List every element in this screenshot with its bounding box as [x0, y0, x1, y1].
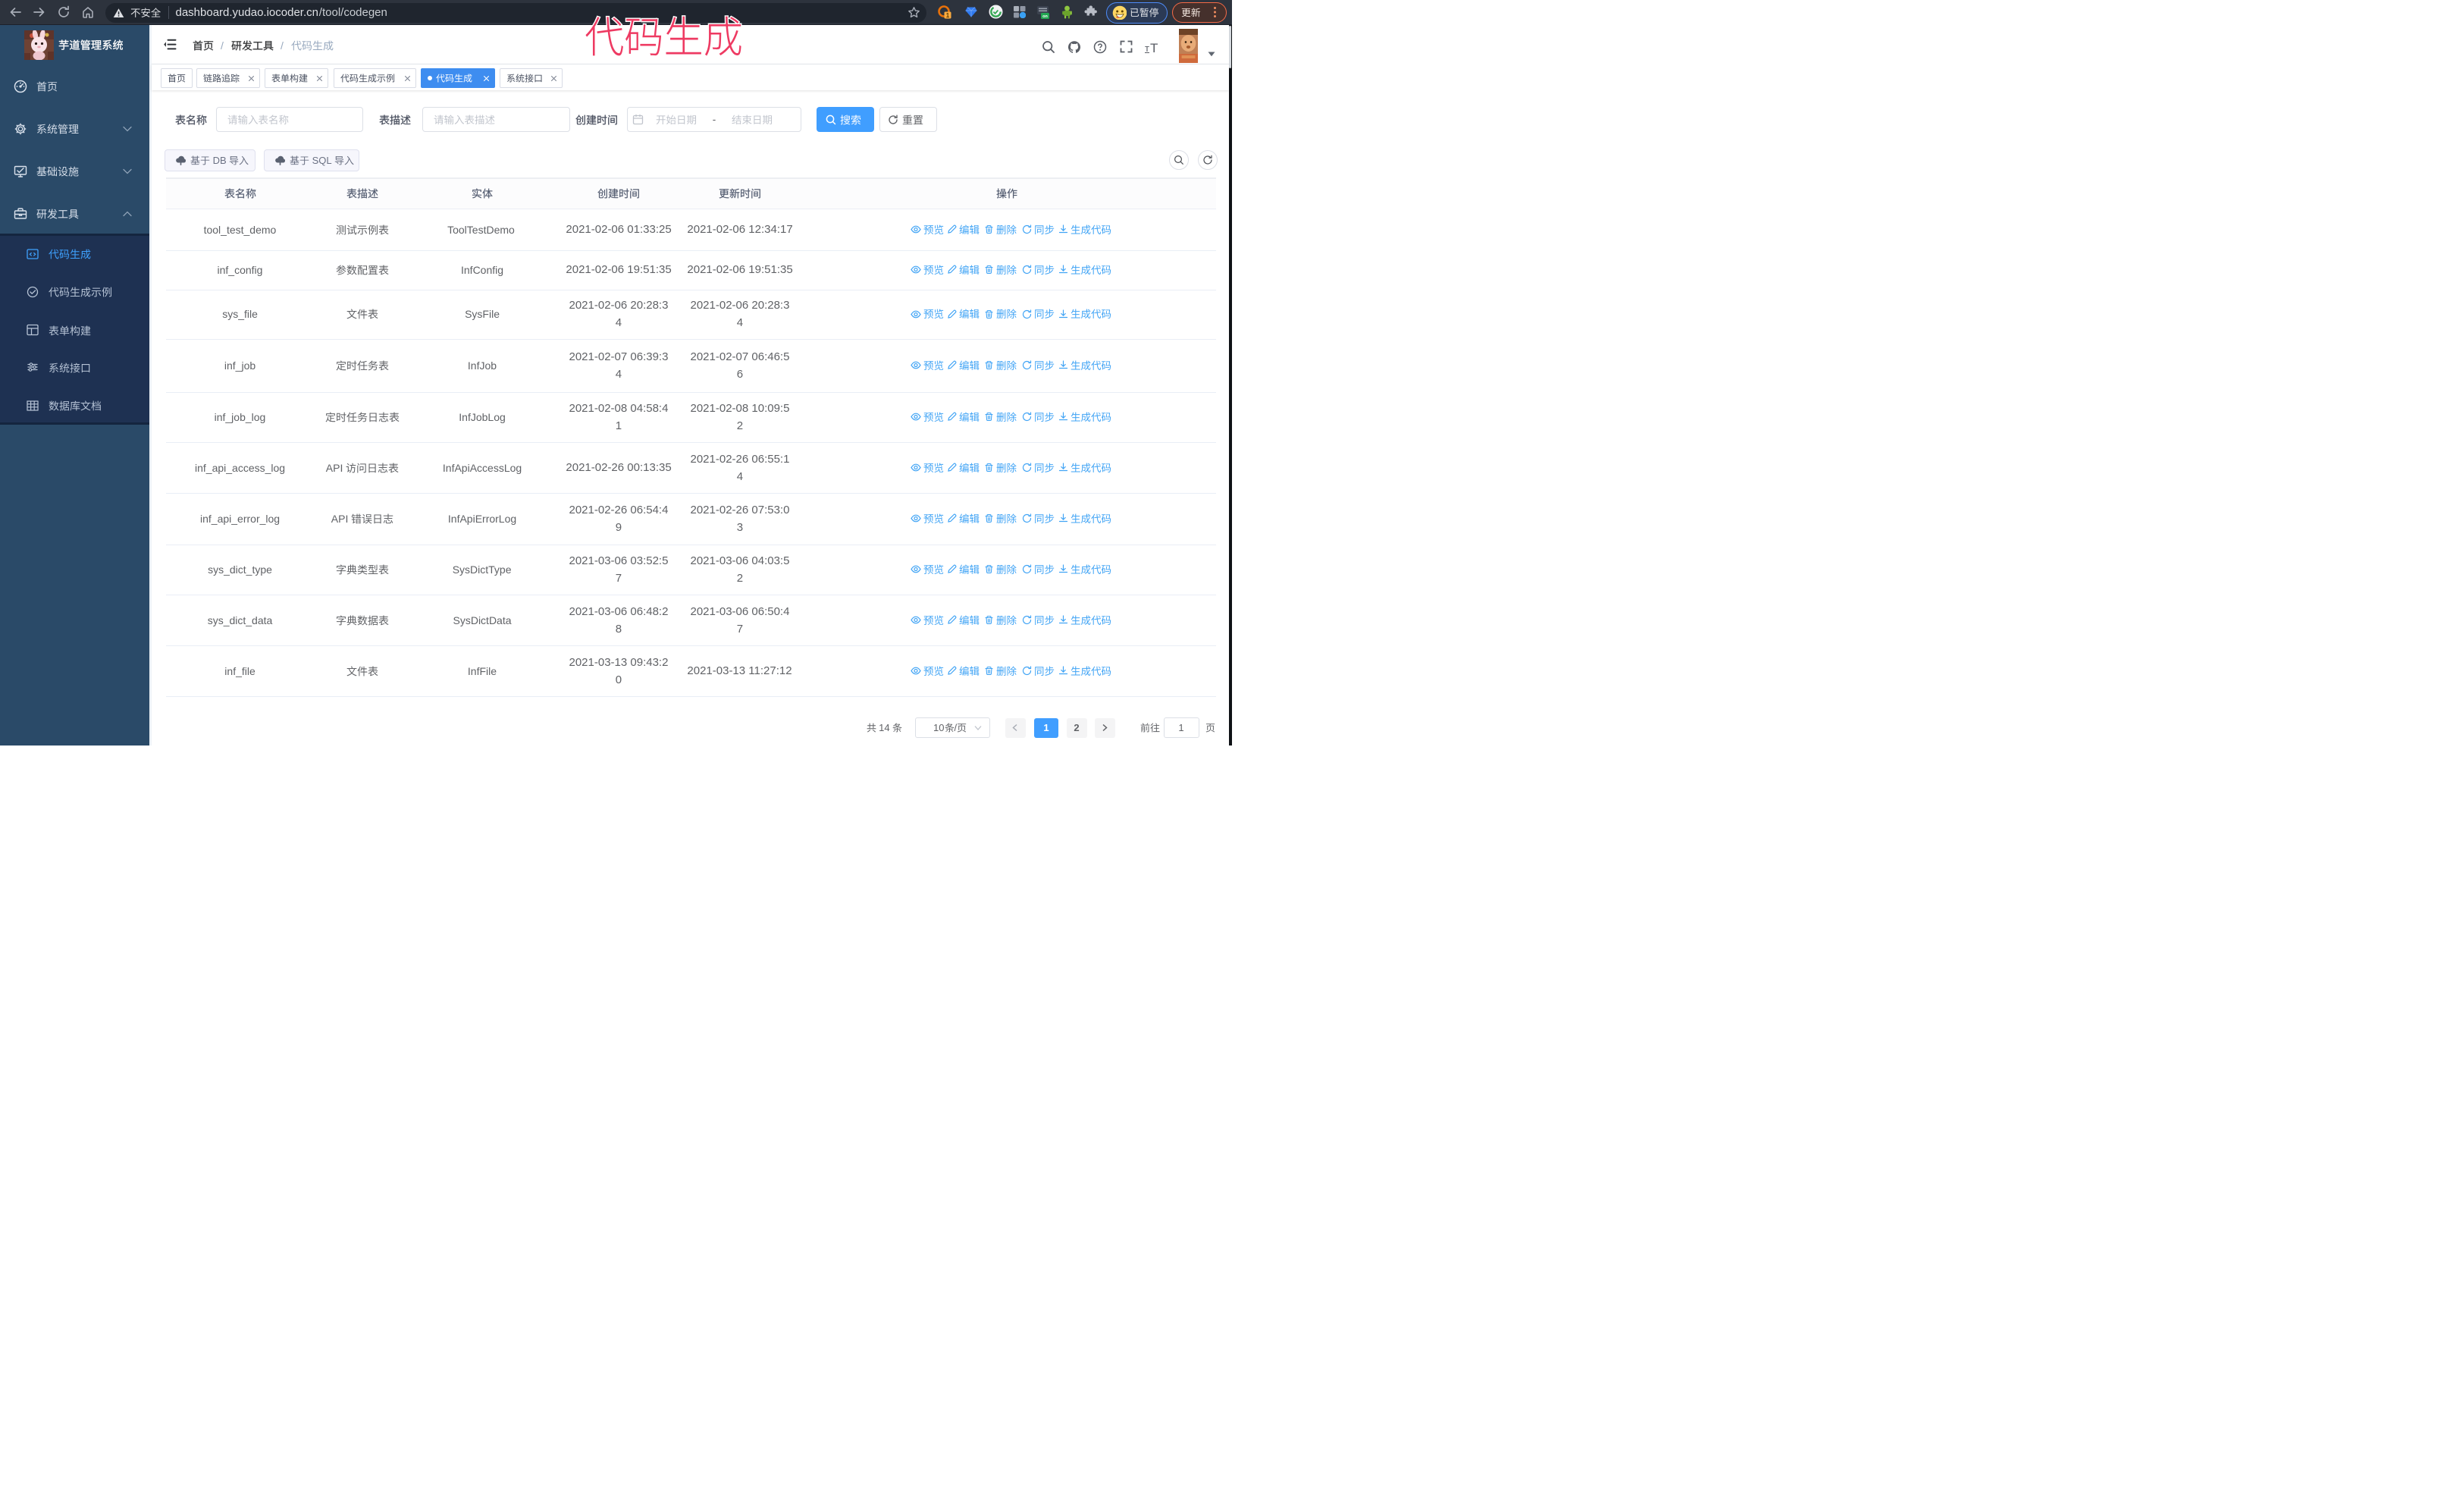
svg-text:т: т — [1145, 42, 1149, 53]
svg-text:T: T — [1150, 41, 1158, 53]
svg-text:1: 1 — [946, 12, 950, 19]
svg-text:on: on — [1042, 14, 1048, 19]
